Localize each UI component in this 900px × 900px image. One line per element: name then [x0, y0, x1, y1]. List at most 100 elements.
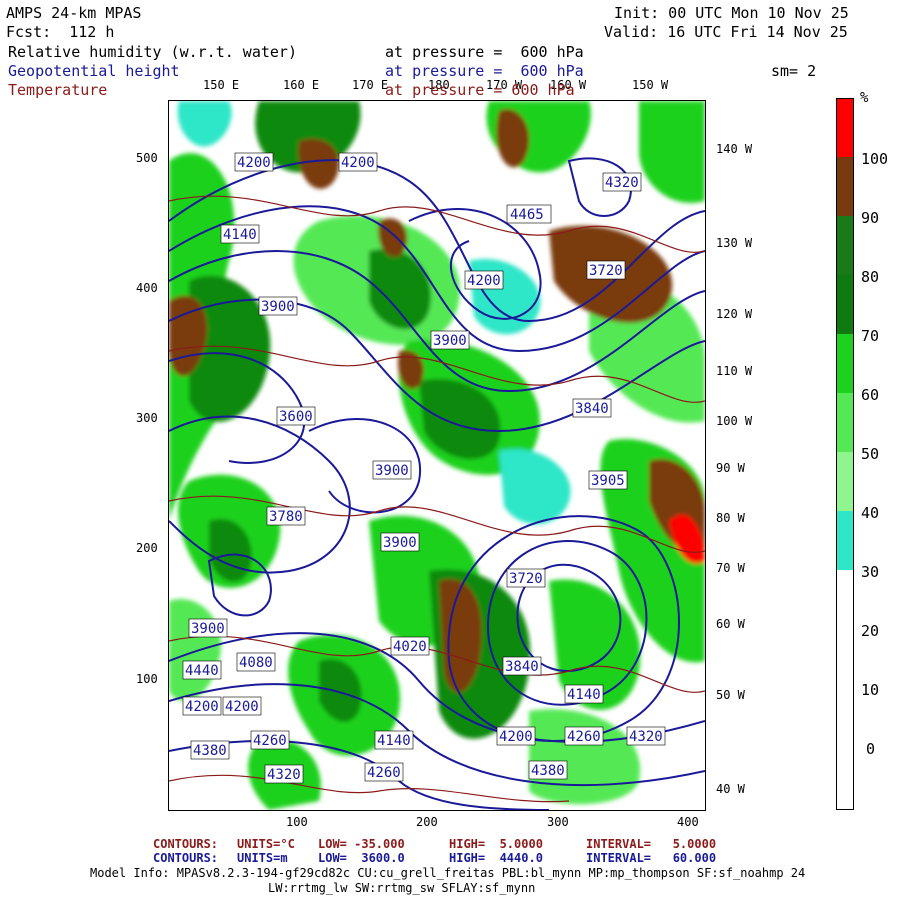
lon-label-right: 80 W — [716, 511, 745, 525]
height-label: 3900 — [383, 535, 417, 551]
height-label: 3900 — [375, 463, 409, 479]
colorbar-swatch — [837, 452, 853, 511]
temp-contour-label: CONTOURS: — [153, 837, 219, 851]
height-label: 3900 — [191, 621, 225, 637]
lon-label-right: 130 W — [716, 236, 753, 250]
height-label: 4200 — [185, 699, 219, 715]
rh-height-temp-map: 4200 4140 4200 4465 4200 3720 3900 3900 … — [168, 100, 706, 811]
height-label: 3600 — [279, 409, 313, 425]
lon-label-right: 40 W — [716, 782, 745, 796]
height-label: 4140 — [223, 227, 257, 243]
height-contour-high: HIGH= 4440.0 — [449, 851, 543, 865]
colorbar-tick: 30 — [861, 563, 880, 581]
height-contour-interval: INTERVAL= 60.000 — [586, 851, 717, 865]
valid-time: Valid: 16 UTC Fri 14 Nov 25 — [604, 23, 848, 41]
init-time: Init: 00 UTC Mon 10 Nov 25 — [614, 4, 849, 22]
y-axis-label: 500 — [136, 151, 158, 165]
lon-label-right: 70 W — [716, 561, 745, 575]
height-label: 4465 — [510, 207, 544, 223]
height-label: 4200 — [341, 155, 375, 171]
colorbar-tick: 0 — [866, 740, 876, 758]
temp-contour-units: UNITS=°C — [237, 837, 295, 851]
colorbar-tick: 40 — [861, 504, 880, 522]
field-temp-name: Temperature — [8, 81, 108, 99]
lon-label-right: 60 W — [716, 617, 745, 631]
height-label: 4200 — [467, 273, 501, 289]
lon-label-right: 110 W — [716, 364, 753, 378]
height-label: 4140 — [377, 733, 411, 749]
height-label: 4320 — [629, 729, 663, 745]
x-axis-label: 300 — [547, 815, 569, 829]
colorbar-swatch — [837, 393, 853, 452]
height-label: 4020 — [393, 639, 427, 655]
y-axis-label: 100 — [136, 672, 158, 686]
lon-label-right: 140 W — [716, 142, 753, 156]
height-label: 4260 — [367, 765, 401, 781]
lon-label-top: 150 E — [203, 78, 240, 92]
field-rh-name: Relative humidity (w.r.t. water) — [8, 43, 297, 61]
height-label: 4380 — [193, 743, 227, 759]
height-label: 3900 — [433, 333, 467, 349]
height-label: 3905 — [591, 473, 625, 489]
lon-label-right: 100 W — [716, 414, 753, 428]
colorbar — [836, 98, 854, 810]
height-contour-low: LOW= 3600.0 — [318, 851, 405, 865]
colorbar-tick: 20 — [861, 622, 880, 640]
height-contour-units: UNITS=m — [237, 851, 288, 865]
height-label: 4200 — [225, 699, 259, 715]
colorbar-tick: 70 — [861, 327, 880, 345]
colorbar-swatch — [837, 157, 853, 216]
colorbar-tick: 90 — [861, 209, 880, 227]
height-label: 4200 — [237, 155, 271, 171]
colorbar-swatch — [837, 511, 853, 570]
colorbar-unit: % — [860, 90, 869, 106]
height-contour-label: CONTOURS: — [153, 851, 219, 865]
height-label: 4320 — [267, 767, 301, 783]
temp-contour-high: HIGH= 5.0000 — [449, 837, 543, 851]
height-label: 4080 — [239, 655, 273, 671]
model-info-line2: LW:rrtmg_lw SW:rrtmg_sw SFLAY:sf_mynn — [268, 881, 536, 895]
height-label: 4140 — [567, 687, 601, 703]
height-label: 3900 — [261, 299, 295, 315]
colorbar-swatch — [837, 570, 853, 809]
temp-contour-low: LOW= -35.000 — [318, 837, 405, 851]
forecast-hour: Fcst: 112 h — [6, 23, 115, 41]
model-title: AMPS 24-km MPAS — [6, 4, 142, 22]
temp-contour-interval: INTERVAL= 5.0000 — [586, 837, 717, 851]
colorbar-tick: 10 — [861, 681, 880, 699]
height-label: 3720 — [589, 263, 623, 279]
field-height-name: Geopotential height — [8, 62, 180, 80]
height-label: 4200 — [499, 729, 533, 745]
colorbar-tick: 100 — [861, 150, 889, 168]
height-label: 3840 — [505, 659, 539, 675]
y-axis-label: 200 — [136, 541, 158, 555]
colorbar-swatch — [837, 216, 853, 275]
height-label: 4380 — [531, 763, 565, 779]
smoothing-value: sm= 2 — [771, 62, 817, 80]
height-label: 4440 — [185, 663, 219, 679]
field-temp-level: at pressure = 600 hPa — [385, 81, 575, 99]
height-label: 4320 — [605, 175, 639, 191]
map-graphic: 4200 4140 4200 4465 4200 3720 3900 3900 … — [169, 101, 705, 810]
height-label: 3780 — [269, 509, 303, 525]
lon-label-top: 160 E — [283, 78, 320, 92]
lon-label-right: 50 W — [716, 688, 745, 702]
y-axis-label: 400 — [136, 281, 158, 295]
colorbar-swatch — [837, 99, 853, 157]
model-info: Model Info: MPASv8.2.3-194-gf29cd82c CU:… — [90, 866, 806, 880]
colorbar-swatch — [837, 334, 853, 393]
height-label: 3840 — [575, 401, 609, 417]
x-axis-label: 100 — [286, 815, 308, 829]
height-label: 3720 — [509, 571, 543, 587]
lon-label-top: 170 E — [352, 78, 389, 92]
colorbar-tick: 80 — [861, 268, 880, 286]
lon-label-top: 150 W — [632, 78, 669, 92]
x-axis-label: 400 — [677, 815, 699, 829]
colorbar-swatch — [837, 275, 853, 334]
lon-label-right: 120 W — [716, 307, 753, 321]
colorbar-tick: 60 — [861, 386, 880, 404]
x-axis-label: 200 — [416, 815, 438, 829]
lon-label-right: 90 W — [716, 461, 745, 475]
height-label: 4260 — [253, 733, 287, 749]
y-axis-label: 300 — [136, 411, 158, 425]
